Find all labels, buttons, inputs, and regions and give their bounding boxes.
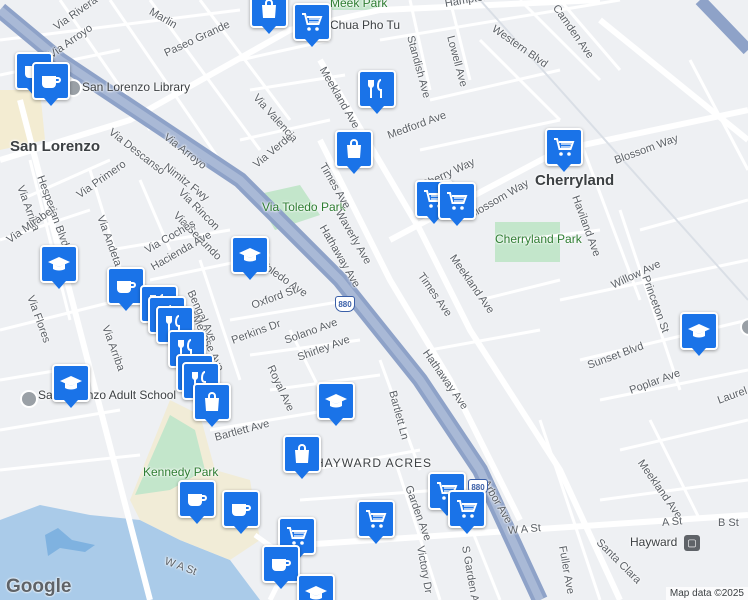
school-icon[interactable]: [297, 574, 335, 600]
highway-880-shield: 880: [335, 296, 355, 312]
shopping-bag-icon[interactable]: [335, 130, 373, 174]
school-icon[interactable]: [317, 382, 355, 426]
school-icon[interactable]: [52, 364, 90, 408]
label-library: San Lorenzo Library: [82, 80, 191, 94]
coffee-cup-icon[interactable]: [178, 480, 216, 524]
shopping-bag-icon[interactable]: [283, 435, 321, 479]
shopping-bag-icon[interactable]: [193, 383, 231, 427]
train-station-icon[interactable]: ▢: [684, 535, 700, 551]
map-view[interactable]: Via Rivera Via Arroyo Marlin Paseo Grand…: [0, 0, 748, 600]
shopping-cart-icon[interactable]: [293, 3, 331, 47]
shopping-cart-icon[interactable]: [357, 500, 395, 544]
restaurant-icon[interactable]: [358, 70, 396, 114]
label-via-toledo-park: Via Toledo Park: [262, 200, 346, 214]
label-hayward: Hayward: [630, 535, 678, 549]
school-icon[interactable]: [40, 245, 78, 289]
label-a-st: A St: [661, 515, 683, 529]
coffee-cup-icon[interactable]: [222, 490, 260, 534]
label-cherryland-park: Cherryland Park: [495, 232, 582, 246]
label-cherryland: Cherryland: [535, 172, 615, 189]
school-marker-icon[interactable]: [20, 390, 38, 408]
coffee-cup-icon[interactable]: [32, 62, 70, 106]
shopping-cart-icon[interactable]: [438, 182, 476, 226]
school-icon[interactable]: [680, 312, 718, 356]
google-logo: Google: [6, 576, 72, 597]
label-hayward-acres: HAYWARD ACRES: [315, 456, 433, 470]
label-san-lorenzo: San Lorenzo: [10, 138, 101, 155]
map-attribution[interactable]: Map data ©2025: [665, 587, 748, 600]
label-kennedy-park: Kennedy Park: [143, 465, 219, 479]
label-b-st: B St: [718, 517, 739, 529]
label-meek-park: Meek Park: [330, 0, 388, 10]
shopping-cart-icon[interactable]: [545, 128, 583, 172]
label-chua-pho-tu: Chua Pho Tu: [330, 18, 401, 32]
school-icon[interactable]: [231, 236, 269, 280]
shopping-bag-icon[interactable]: [250, 0, 288, 34]
coffee-cup-icon[interactable]: [262, 545, 300, 589]
shopping-cart-icon[interactable]: [448, 490, 486, 534]
